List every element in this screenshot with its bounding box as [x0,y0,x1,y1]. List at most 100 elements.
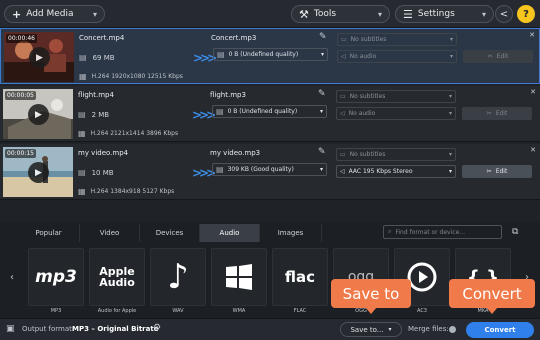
speaker-icon: ◁ [340,110,345,117]
output-quality-select[interactable]: ▤ 0 B (Undefined quality) ▾ [213,48,328,61]
music-note-icon: ♪ [167,257,189,297]
film-icon: ▦ [78,129,86,138]
file-size-line: ▤ 10 MB [78,168,114,177]
convert-arrow-icon: >>> [193,51,217,65]
subtitles-select[interactable]: ▭ No subtitles ▾ [337,33,457,46]
help-icon: ? [523,8,529,20]
edit-button[interactable]: ✂ Edit [462,107,532,120]
speaker-icon: ◁ [341,53,346,60]
close-icon[interactable]: ✕ [529,31,535,39]
scissors-icon: ✂ [486,110,492,117]
output-format-value[interactable]: MP3 – Original Bitrate [72,325,158,333]
format-search-input[interactable]: ⌕ Find format or device... [383,225,502,239]
chevron-down-icon: ▾ [319,166,323,173]
video-thumbnail[interactable]: 00:00:46 ▶ [4,32,74,82]
tab-popular[interactable]: Popular [18,224,80,242]
help-button[interactable]: ? [517,5,535,23]
file-row[interactable]: 00:00:46 ▶ Concert.mp4 ▤ 69 MB ▦ H.264 1… [0,28,540,84]
play-icon[interactable]: ▶ [29,47,50,68]
video-thumbnail[interactable]: 00:00:05 ▶ [3,89,73,139]
save-to-button[interactable]: Save to... ▾ [340,322,402,337]
edit-button[interactable]: ✂ Edit [462,165,532,178]
audio-value: No audio [349,53,377,60]
callout-tail [486,307,498,314]
edit-name-pencil-icon[interactable]: ✎ [318,147,326,157]
play-icon[interactable]: ▶ [28,104,49,125]
tab-audio[interactable]: Audio [200,224,260,242]
format-audio-for-apple[interactable]: Apple Audio [89,248,145,306]
top-toolbar: + Add Media ▾ ⚒ Tools ▾ ☰ Settings ▾ < ? [0,0,540,28]
format-wav[interactable]: ♪ [150,248,206,306]
audio-track-select[interactable]: ◁ AAC 195 Kbps Stereo ▾ [336,165,456,178]
scissors-icon: ✂ [486,168,492,175]
search-icon: ⌕ [388,228,392,235]
file-size-line: ▤ 69 MB [79,53,115,62]
file-icon: ▤ [79,53,87,62]
format-label: FLAC [293,308,307,314]
format-label: WMA [232,308,246,314]
file-row[interactable]: 00:00:05 ▶ flight.mp4 ▤ 2 MB ▦ H.264 212… [0,86,540,142]
play-circle-icon [407,262,437,292]
codec-line: ▦ H.264 1920x1080 12515 Kbps [79,72,183,81]
tools-button[interactable]: ⚒ Tools ▾ [291,5,390,23]
convert-arrow-icon: >>> [192,166,216,180]
chevron-down-icon: ▾ [92,9,97,19]
file-icon: ▤ [217,50,225,59]
gear-icon[interactable]: ⚙ [153,323,161,333]
search-placeholder: Find format or device... [395,228,465,236]
edit-name-pencil-icon[interactable]: ✎ [319,32,327,42]
callout-tail [365,307,377,314]
close-icon[interactable]: ✕ [530,146,536,154]
merge-files-toggle[interactable] [449,326,456,333]
file-row[interactable]: 00:00:15 ▶ my video.mp4 ▤ 10 MB ▦ H.264 … [0,144,540,200]
add-media-button[interactable]: + Add Media ▾ [4,5,105,23]
file-size: 10 MB [91,168,114,177]
callout-label: Save to [342,284,400,303]
audio-track-select[interactable]: ◁ No audio ▾ [336,107,456,120]
file-name: flight.mp4 [78,91,114,99]
speaker-icon: ◁ [340,168,345,175]
tab-devices[interactable]: Devices [140,224,200,242]
callout-label: Convert [462,284,522,303]
audio-track-select[interactable]: ◁ No audio ▾ [337,50,457,63]
close-icon[interactable]: ✕ [530,88,536,96]
convert-button[interactable]: Convert [466,322,534,338]
play-icon[interactable]: ▶ [28,162,49,183]
convert-callout: Convert [449,279,535,314]
apple-audio-icon: Apple Audio [99,265,135,289]
output-quality-select[interactable]: ▤ 0 B (Undefined quality) ▾ [212,105,327,118]
share-button[interactable]: < [495,5,513,23]
subtitles-value: No subtitles [349,93,386,100]
settings-button[interactable]: ☰ Settings ▾ [395,5,494,23]
output-quality-select[interactable]: ▤ 309 KB (Good quality) ▾ [212,163,327,176]
tab-images[interactable]: Images [260,224,322,242]
file-size-line: ▤ 2 MB [78,110,109,119]
file-icon: ▤ [78,168,86,177]
windows-logo-icon [226,264,252,290]
codec-line: ▦ H.264 2121x1414 3896 Kbps [78,129,178,138]
edit-button[interactable]: ✂ Edit [463,50,533,63]
video-thumbnail[interactable]: 00:00:15 ▶ [3,147,73,197]
chevron-down-icon: ▾ [377,9,382,19]
edit-name-pencil-icon[interactable]: ✎ [318,89,326,99]
flac-logo-icon: flac [284,268,316,286]
film-icon: ▦ [78,187,86,196]
chevron-down-icon: ▾ [320,51,324,58]
chevron-down-icon: ▾ [449,36,453,43]
subtitles-select[interactable]: ▭ No subtitles ▾ [336,90,456,103]
format-wma[interactable] [211,248,267,306]
format-mp3[interactable]: mp3 [28,248,84,306]
format-flac[interactable]: flac [272,248,328,306]
tab-video[interactable]: Video [80,224,140,242]
subtitles-icon: ▭ [341,36,347,43]
mp3-logo-icon: mp3 [35,267,77,287]
edit-label: Edit [496,53,509,60]
collapse-panel-icon[interactable]: ⧉ [512,227,518,237]
output-size: 0 B (Undefined quality) [228,51,299,58]
subtitles-icon: ▭ [340,151,346,158]
share-icon: < [499,8,509,20]
file-size: 69 MB [92,53,115,62]
subtitles-select[interactable]: ▭ No subtitles ▾ [336,148,456,161]
chevron-left-icon[interactable]: ‹ [10,272,14,283]
settings-label: Settings [417,9,455,19]
